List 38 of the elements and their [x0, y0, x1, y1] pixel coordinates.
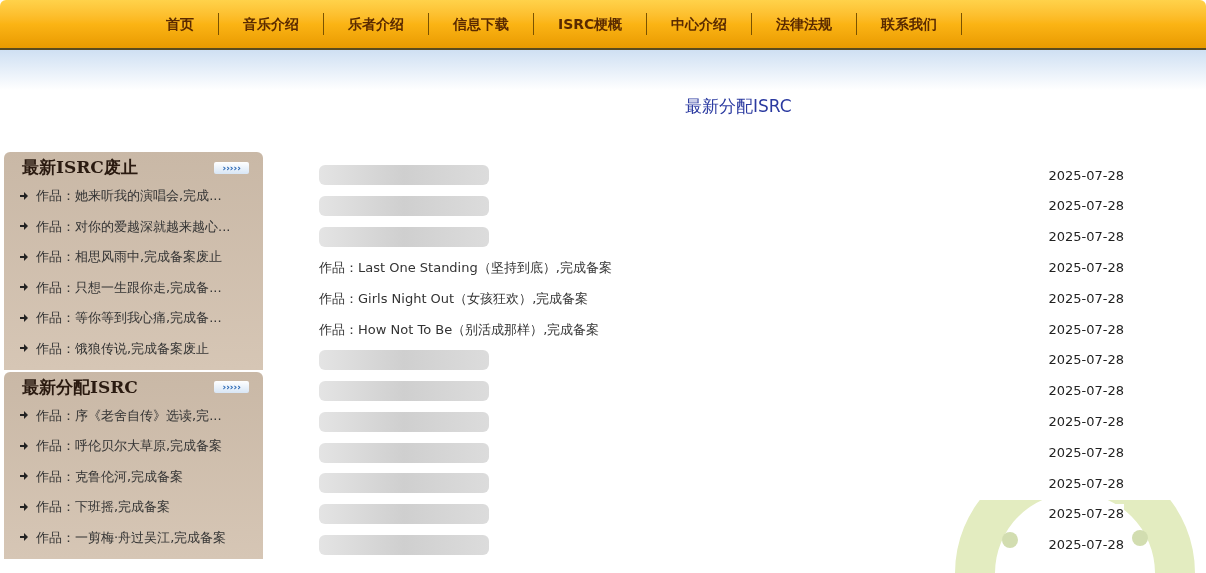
list-link[interactable]: 作品：How Not To Be（别活成那样）,完成备案: [319, 319, 600, 340]
sidebar-link[interactable]: 作品：等你等到我心痛,完成备...: [36, 308, 222, 328]
arrow-icon: [20, 472, 28, 481]
arrow-icon: [20, 411, 28, 420]
sidebar-link[interactable]: 作品：相思风雨中,完成备案废止: [36, 247, 223, 267]
nav-link[interactable]: 首页: [142, 13, 219, 35]
arrow-icon: [20, 502, 28, 511]
sidebar-link[interactable]: 作品：一剪梅·舟过吴江,完成备案: [36, 527, 227, 547]
sidebar-link[interactable]: 作品：呼伦贝尔大草原,完成备案: [36, 436, 223, 456]
panel-title: 最新分配ISRC: [22, 375, 138, 399]
sidebar-link[interactable]: 作品：只想一生跟你走,完成备...: [36, 277, 222, 297]
arrow-icon: [20, 252, 28, 261]
arrow-icon: [20, 222, 28, 231]
panel-title: 最新ISRC废止: [22, 156, 138, 179]
nav-link[interactable]: ISRC梗概: [534, 13, 648, 35]
nav-link[interactable]: 音乐介绍: [219, 13, 324, 35]
section-title: 最新分配ISRC: [685, 95, 792, 118]
sidebar-link[interactable]: 作品：下班摇,完成备案: [36, 497, 171, 517]
nav-link[interactable]: 乐者介绍: [324, 13, 429, 35]
nav-link[interactable]: 联系我们: [857, 13, 963, 35]
more-link[interactable]: ›››››: [214, 161, 249, 174]
list-link[interactable]: 作品：Girls Night Out（女孩狂欢）,完成备案: [319, 288, 589, 309]
nav-link[interactable]: 信息下载: [429, 13, 534, 35]
arrow-icon: [20, 191, 28, 200]
sidebar-link[interactable]: 作品：饿狼传说,完成备案废止: [36, 338, 210, 358]
sidebar-link[interactable]: 作品：对你的爱越深就越来越心...: [36, 216, 231, 236]
nav-link[interactable]: 中心介绍: [647, 13, 753, 35]
sidebar-link[interactable]: 作品：序《老舍自传》选读,完...: [36, 405, 222, 425]
arrow-icon: [20, 283, 28, 292]
arrow-icon: [20, 344, 28, 353]
arrow-icon: [20, 313, 28, 322]
sidebar-link[interactable]: 作品：她来听我的演唱会,完成...: [36, 186, 222, 206]
sidebar-link[interactable]: 作品：克鲁伦河,完成备案: [36, 466, 184, 486]
arrow-icon: [20, 533, 28, 542]
nav-link[interactable]: 法律法规: [752, 13, 858, 35]
more-link[interactable]: ›››››: [214, 381, 249, 394]
list-link[interactable]: 作品：Last One Standing（坚持到底）,完成备案: [319, 258, 612, 278]
arrow-icon: [20, 441, 28, 450]
